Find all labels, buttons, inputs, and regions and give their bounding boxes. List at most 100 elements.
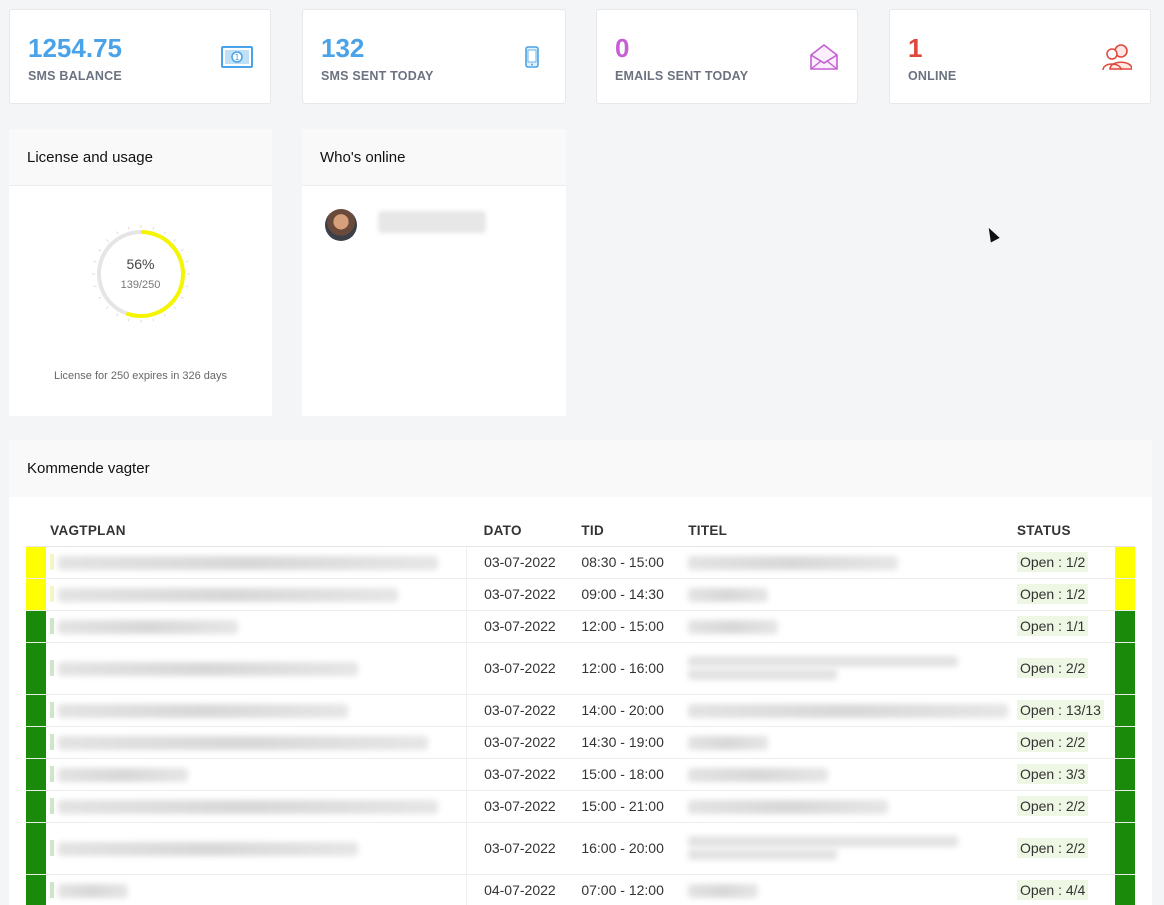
svg-text:1: 1	[234, 53, 239, 62]
vagtplan-cell-redacted	[46, 822, 467, 875]
table-row[interactable]: 03-07-2022 09:00 - 14:30 Open : 1/2	[26, 578, 1135, 611]
row-color-bar	[26, 694, 47, 727]
upcoming-shifts-title: Kommende vagter	[9, 440, 1152, 497]
row-color-bar	[26, 578, 47, 611]
status-badge: Open : 4/4	[1016, 880, 1089, 900]
row-color-bar-right	[1114, 758, 1135, 791]
date-cell: 03-07-2022	[466, 726, 565, 759]
table-row[interactable]: 03-07-2022 15:00 - 21:00 Open : 2/2	[26, 790, 1135, 823]
status-cell: Open : 2/2	[1010, 642, 1115, 695]
column-header-vagtplan[interactable]: VAGTPLAN	[46, 517, 467, 547]
row-color-bar-right	[1114, 642, 1135, 695]
titel-cell-redacted	[674, 578, 1011, 611]
stat-card-sms-sent: 132 SMS SENT TODAY	[302, 9, 566, 104]
row-color-bar	[26, 790, 47, 823]
status-cell: Open : 1/2	[1010, 546, 1115, 579]
envelope-open-icon	[807, 40, 841, 74]
titel-cell-redacted	[674, 694, 1011, 727]
column-header-status[interactable]: STATUS	[1010, 517, 1115, 547]
date-cell: 03-07-2022	[466, 822, 565, 875]
license-expiry-note: License for 250 expires in 326 days	[53, 370, 228, 382]
row-color-bar	[26, 758, 47, 791]
vagtplan-cell-redacted	[46, 610, 467, 643]
gauge-tick	[127, 226, 129, 230]
table-row[interactable]: 03-07-2022 08:30 - 15:00 Open : 1/2	[26, 546, 1135, 579]
status-cell: Open : 2/2	[1010, 822, 1115, 875]
vagtplan-cell-redacted	[46, 642, 467, 695]
status-cell: Open : 3/3	[1010, 758, 1115, 791]
date-cell: 03-07-2022	[466, 694, 565, 727]
vagtplan-cell-redacted	[46, 790, 467, 823]
status-badge: Open : 1/1	[1016, 616, 1089, 636]
time-cell: 12:00 - 15:00	[564, 610, 675, 643]
column-header-tid[interactable]: TID	[564, 517, 675, 547]
license-usage-gauge	[9, 224, 272, 324]
sms-sent-label: SMS SENT TODAY	[321, 69, 434, 83]
vagtplan-cell-redacted	[46, 758, 467, 791]
time-cell: 15:00 - 18:00	[564, 758, 675, 791]
shifts-table: VAGTPLAN DATO TID TITEL STATUS 03-07-202…	[26, 517, 1135, 905]
time-cell: 12:00 - 16:00	[564, 642, 675, 695]
table-row[interactable]: 03-07-2022 14:00 - 20:00 Open : 13/13	[26, 694, 1135, 727]
row-color-bar	[26, 642, 47, 695]
status-cell: Open : 13/13	[1010, 694, 1115, 727]
row-color-bar-right	[1114, 822, 1135, 875]
stat-card-sms-balance: 1254.75 SMS BALANCE 1	[9, 9, 271, 104]
titel-cell-redacted	[674, 758, 1011, 791]
vagtplan-cell-redacted	[46, 546, 467, 579]
stat-card-emails-sent: 0 EMAILS SENT TODAY	[596, 9, 858, 104]
license-count: 139/250	[120, 279, 161, 291]
status-badge: Open : 2/2	[1016, 838, 1089, 858]
status-badge: Open : 3/3	[1016, 764, 1089, 784]
time-cell: 16:00 - 20:00	[564, 822, 675, 875]
column-header-dato[interactable]: DATO	[466, 517, 565, 547]
gauge-tick	[115, 231, 118, 235]
date-cell: 03-07-2022	[466, 578, 565, 611]
gauge-tick	[152, 226, 154, 230]
gauge-tick	[163, 313, 166, 317]
money-bill-icon: 1	[220, 40, 254, 74]
row-color-bar-right	[1114, 726, 1135, 759]
color-column-header-right	[1114, 517, 1135, 547]
gauge-tick	[105, 239, 109, 242]
time-cell: 14:30 - 19:00	[564, 726, 675, 759]
row-color-bar-right	[1114, 610, 1135, 643]
table-row[interactable]: 03-07-2022 16:00 - 20:00 Open : 2/2	[26, 822, 1135, 875]
table-row[interactable]: 03-07-2022 14:30 - 19:00 Open : 2/2	[26, 726, 1135, 759]
users-icon	[1100, 40, 1134, 74]
table-header-row: VAGTPLAN DATO TID TITEL STATUS	[26, 517, 1135, 547]
emails-sent-label: EMAILS SENT TODAY	[615, 69, 749, 83]
online-count-value: 1	[908, 33, 923, 63]
table-row[interactable]: 03-07-2022 15:00 - 18:00 Open : 3/3	[26, 758, 1135, 791]
status-badge: Open : 2/2	[1016, 796, 1089, 816]
status-badge: Open : 13/13	[1016, 700, 1104, 720]
gauge-tick	[105, 306, 109, 309]
avatar[interactable]	[325, 209, 357, 241]
table-row[interactable]: 04-07-2022 07:00 - 12:00 Open : 4/4	[26, 874, 1135, 905]
status-badge: Open : 1/2	[1016, 584, 1089, 604]
column-header-titel[interactable]: TITEL	[674, 517, 1011, 547]
whos-online-title: Who's online	[302, 129, 566, 186]
date-cell: 03-07-2022	[466, 758, 565, 791]
color-column-header	[26, 517, 47, 547]
date-cell: 04-07-2022	[466, 874, 565, 905]
online-user-name-redacted	[378, 211, 486, 233]
titel-cell-redacted	[674, 790, 1011, 823]
mobile-phone-icon	[515, 40, 549, 74]
row-color-bar	[26, 822, 47, 875]
status-badge: Open : 2/2	[1016, 732, 1089, 752]
status-cell: Open : 2/2	[1010, 726, 1115, 759]
status-cell: Open : 4/4	[1010, 874, 1115, 905]
license-percent: 56%	[126, 256, 155, 272]
row-color-bar-right	[1114, 790, 1135, 823]
time-cell: 07:00 - 12:00	[564, 874, 675, 905]
vagtplan-cell-redacted	[46, 578, 467, 611]
time-cell: 15:00 - 21:00	[564, 790, 675, 823]
gauge-tick	[97, 249, 101, 252]
gauge-tick	[180, 296, 184, 299]
table-row[interactable]: 03-07-2022 12:00 - 15:00 Open : 1/1	[26, 610, 1135, 643]
table-row[interactable]: 03-07-2022 12:00 - 16:00 Open : 2/2	[26, 642, 1135, 695]
license-panel-title: License and usage	[9, 129, 272, 186]
date-cell: 03-07-2022	[466, 610, 565, 643]
row-color-bar	[26, 546, 47, 579]
